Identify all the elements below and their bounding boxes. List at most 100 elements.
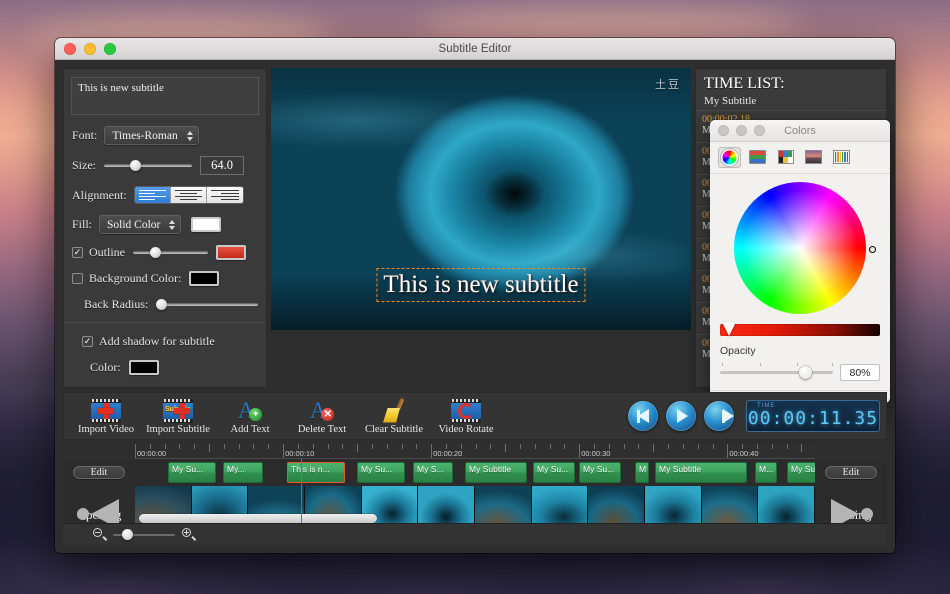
video-watermark: 土豆	[655, 76, 681, 92]
closing-panel: Edit Closing	[815, 459, 887, 523]
ruler-tick	[698, 444, 699, 449]
zoom-in-icon[interactable]	[182, 528, 195, 541]
color-wheel-area[interactable]	[710, 174, 890, 324]
colors-panel-title: Colors	[710, 125, 890, 137]
subtitle-clip[interactable]: My Su...	[168, 462, 216, 483]
color-palettes-tab[interactable]	[775, 148, 796, 167]
subtitle-clip[interactable]: My Subtitle	[655, 462, 747, 483]
timeline-ruler[interactable]: 00:00:0000:00:1000:00:2000:00:3000:00:40	[135, 444, 815, 459]
outline-width-slider[interactable]	[133, 246, 208, 260]
slider-track	[104, 164, 192, 167]
subtitle-clip[interactable]: My Subtitle	[465, 462, 527, 483]
opening-panel: Edit Opening	[63, 459, 135, 523]
color-wheel-control[interactable]	[734, 182, 866, 314]
ruler-tick	[772, 444, 773, 449]
slider-knob[interactable]	[130, 160, 141, 171]
ruler-tick	[564, 444, 565, 449]
film-strip-shape	[91, 399, 121, 423]
align-right-button[interactable]	[207, 187, 243, 203]
subtitle-clip-selected[interactable]: This is n...	[287, 462, 345, 483]
shadow-checkbox[interactable]: ✓	[82, 336, 93, 347]
add-text-button[interactable]: A + Add Text	[214, 398, 286, 435]
minus-glyph	[95, 532, 100, 534]
closing-edit-button[interactable]: Edit	[825, 466, 877, 479]
color-palettes-icon	[778, 150, 794, 164]
subtitle-clip[interactable]: My...	[223, 462, 263, 483]
slider-track	[133, 251, 208, 254]
fill-color-swatch[interactable]	[191, 217, 221, 232]
align-left-button[interactable]	[135, 187, 171, 203]
playhead[interactable]	[301, 459, 302, 523]
ruler-tick	[668, 444, 669, 449]
brightness-slider[interactable]	[720, 324, 880, 336]
background-color-checkbox[interactable]	[72, 273, 83, 284]
clear-subtitle-button[interactable]: Clear Subtitle	[358, 398, 430, 435]
font-select[interactable]: Times-Roman	[104, 126, 198, 145]
shadow-color-swatch[interactable]	[129, 360, 159, 375]
delete-text-button[interactable]: A ✕ Delete Text	[286, 398, 358, 435]
ruler-tick	[476, 444, 477, 449]
subtitle-clip[interactable]: M	[635, 462, 649, 483]
previous-button[interactable]	[628, 401, 658, 431]
opacity-slider[interactable]	[720, 367, 833, 379]
video-preview[interactable]: 土豆 This is new subtitle	[271, 68, 691, 330]
panel-divider	[64, 322, 266, 323]
timecode-value: 00:00:11.35	[748, 408, 878, 429]
window-titlebar: Subtitle Editor	[55, 38, 895, 60]
pencils-tab[interactable]	[831, 148, 852, 167]
subtitle-clip[interactable]: My Su...	[579, 462, 621, 483]
opacity-value-field[interactable]: 80%	[840, 364, 880, 381]
shadow-row: ✓ Add shadow for subtitle	[64, 334, 266, 349]
fill-select-value: Solid Color	[107, 219, 160, 231]
magnifier-handle	[191, 536, 196, 541]
subtitle-clip[interactable]: My Su...	[357, 462, 405, 483]
timeline-horizontal-scrollbar[interactable]	[135, 514, 815, 523]
slider-knob[interactable]	[150, 247, 161, 258]
subtitle-clip[interactable]: M...	[755, 462, 777, 483]
colors-panel-titlebar: Colors	[710, 120, 890, 142]
ruler-tick	[268, 444, 269, 449]
zoom-slider-knob[interactable]	[122, 529, 133, 540]
subtitle-text-input[interactable]: This is new subtitle	[71, 77, 259, 115]
image-palettes-tab[interactable]	[803, 148, 824, 167]
import-video-button[interactable]: Import Video	[70, 398, 142, 435]
subtitle-track[interactable]: My Su... My... This is n... My Su... My S...…	[135, 459, 815, 486]
opening-edit-button[interactable]: Edit	[73, 466, 125, 479]
opacity-label: Opacity	[720, 345, 880, 357]
subtitle-clip[interactable]: My Su...	[533, 462, 575, 483]
back-radius-slider[interactable]	[156, 298, 258, 312]
slider-knob[interactable]	[156, 299, 167, 310]
back-radius-row: Back Radius:	[64, 297, 266, 312]
next-button[interactable]	[704, 401, 734, 431]
brightness-slider-knob[interactable]	[722, 322, 736, 336]
outline-checkbox[interactable]: ✓	[72, 247, 83, 258]
align-center-button[interactable]	[171, 187, 207, 203]
timeline: 00:00:0000:00:1000:00:2000:00:3000:00:40…	[63, 444, 887, 545]
color-sliders-tab[interactable]	[747, 148, 768, 167]
color-wheel-cursor[interactable]	[869, 246, 876, 253]
scrollbar-thumb[interactable]	[139, 514, 377, 523]
background-color-row: Background Color:	[64, 271, 266, 286]
play-button[interactable]	[666, 401, 696, 431]
zoom-out-icon[interactable]	[93, 528, 106, 541]
preview-subtitle-overlay[interactable]: This is new subtitle	[376, 268, 585, 302]
ruler-tick	[224, 444, 225, 449]
ruler-tick	[683, 444, 684, 449]
outline-color-swatch[interactable]	[216, 245, 246, 260]
subtitle-clip[interactable]: My S...	[413, 462, 453, 483]
import-subtitle-button[interactable]: Subtitle Import Subtitle	[142, 398, 214, 435]
size-value-field[interactable]: 64.0	[200, 156, 244, 175]
video-rotate-button[interactable]: Video Rotate	[430, 398, 502, 435]
import-subtitle-label: Import Subtitle	[142, 424, 214, 435]
subtitle-clip[interactable]: My Su...	[787, 462, 815, 483]
color-wheel-tab[interactable]	[719, 148, 740, 167]
outline-label: Outline	[89, 245, 125, 260]
size-slider[interactable]	[104, 159, 192, 173]
rotate-arrow-shape	[458, 403, 474, 419]
background-color-swatch[interactable]	[189, 271, 219, 286]
fill-select[interactable]: Solid Color	[99, 215, 181, 234]
opacity-slider-knob[interactable]	[799, 366, 812, 379]
zoom-slider[interactable]	[113, 529, 175, 541]
film-strip-shape: Subtitle	[163, 399, 193, 423]
ruler-tick	[801, 444, 802, 452]
